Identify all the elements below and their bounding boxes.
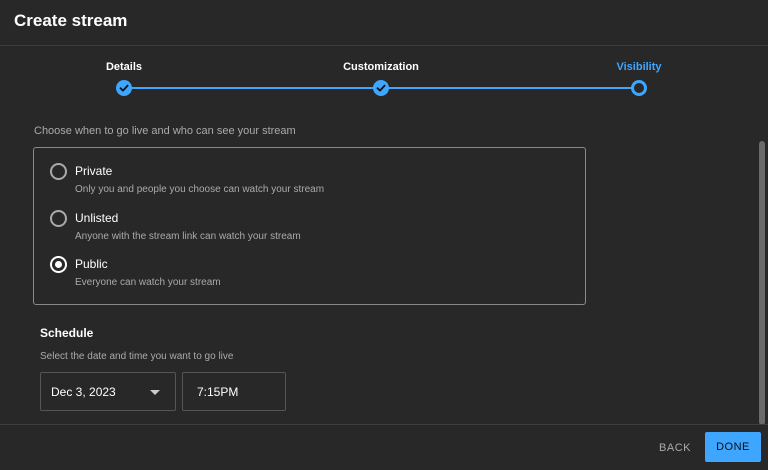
dialog-footer: BACK DONE bbox=[0, 424, 768, 470]
option-description: Only you and people you choose can watch… bbox=[75, 184, 325, 195]
time-input[interactable] bbox=[182, 372, 286, 411]
radio-private[interactable] bbox=[50, 163, 67, 180]
caret-down-icon bbox=[150, 390, 160, 395]
dialog-title: Create stream bbox=[14, 11, 128, 30]
step-customization-check-icon[interactable] bbox=[373, 80, 389, 96]
visibility-option-private[interactable]: Private Only you and people you choose c… bbox=[34, 163, 585, 207]
date-value: Dec 3, 2023 bbox=[51, 385, 116, 399]
visibility-subtitle: Choose when to go live and who can see y… bbox=[34, 125, 296, 137]
stepper-line bbox=[124, 87, 381, 89]
step-visibility-label[interactable]: Visibility bbox=[616, 61, 661, 73]
date-select[interactable]: Dec 3, 2023 bbox=[40, 372, 176, 411]
stepper-line bbox=[381, 87, 639, 89]
step-customization-label[interactable]: Customization bbox=[343, 61, 419, 73]
visibility-options: Private Only you and people you choose c… bbox=[33, 147, 586, 305]
option-description: Anyone with the stream link can watch yo… bbox=[75, 231, 301, 242]
step-details-check-icon[interactable] bbox=[116, 80, 132, 96]
option-description: Everyone can watch your stream bbox=[75, 277, 221, 288]
step-details-label[interactable]: Details bbox=[106, 61, 142, 73]
visibility-option-unlisted[interactable]: Unlisted Anyone with the stream link can… bbox=[34, 210, 585, 254]
schedule-subtitle: Select the date and time you want to go … bbox=[40, 351, 234, 362]
clipped-section-heading bbox=[33, 100, 153, 108]
visibility-option-public[interactable]: Public Everyone can watch your stream bbox=[34, 256, 585, 300]
option-label: Unlisted bbox=[75, 211, 119, 225]
dialog-header: Create stream bbox=[0, 0, 768, 46]
scrollbar[interactable] bbox=[759, 141, 765, 425]
back-button[interactable]: BACK bbox=[650, 434, 700, 462]
radio-unlisted[interactable] bbox=[50, 210, 67, 227]
stepper: Details Customization Visibility bbox=[0, 47, 768, 107]
option-label: Private bbox=[75, 164, 113, 178]
done-button[interactable]: DONE bbox=[705, 432, 761, 462]
step-visibility-indicator-icon[interactable] bbox=[631, 80, 647, 96]
radio-public[interactable] bbox=[50, 256, 67, 273]
schedule-title: Schedule bbox=[40, 326, 94, 340]
option-label: Public bbox=[75, 257, 108, 271]
